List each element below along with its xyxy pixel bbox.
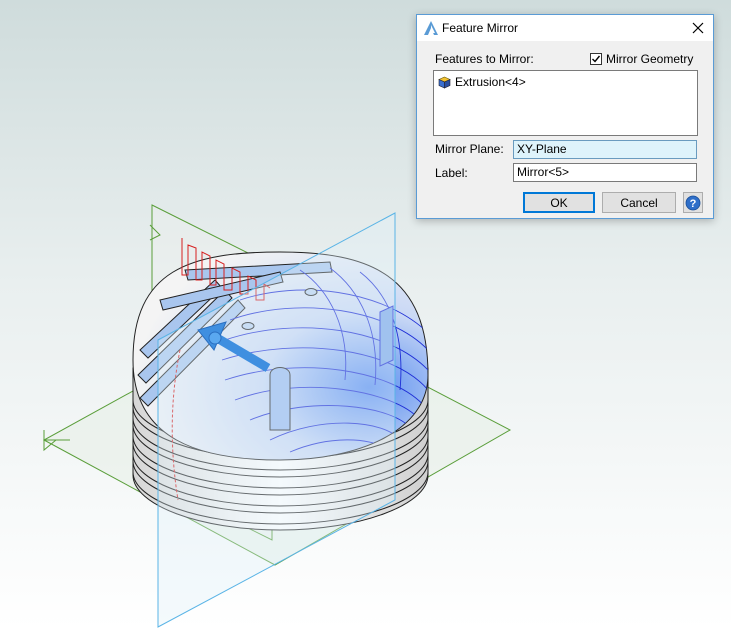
mirror-geometry-checkbox[interactable] [590,53,602,65]
feature-mirror-dialog: Feature Mirror Features to Mirror: Mirro… [416,14,714,219]
mirror-plane-field[interactable]: XY-Plane [513,140,697,159]
close-icon [692,22,704,34]
features-listbox[interactable]: Extrusion<4> [433,70,698,136]
label-field-label: Label: [435,166,468,180]
app-logo-icon [424,21,438,35]
mirror-plane-label: Mirror Plane: [435,142,504,156]
features-to-mirror-label: Features to Mirror: [435,52,534,66]
help-icon: ? [685,195,701,210]
dialog-titlebar[interactable]: Feature Mirror [417,15,713,41]
cancel-button[interactable]: Cancel [602,192,676,213]
feature-label: Extrusion<4> [455,75,526,89]
help-button[interactable]: ? [683,192,703,213]
dialog-title: Feature Mirror [442,21,519,35]
close-button[interactable] [683,15,713,41]
ok-button[interactable]: OK [523,192,595,213]
mirror-geometry-label[interactable]: Mirror Geometry [606,52,693,66]
checkmark-icon [592,55,601,63]
svg-text:?: ? [690,198,697,210]
label-field[interactable]: Mirror<5> [513,163,697,182]
feature-cube-icon [438,76,451,88]
list-item[interactable]: Extrusion<4> [438,74,526,90]
